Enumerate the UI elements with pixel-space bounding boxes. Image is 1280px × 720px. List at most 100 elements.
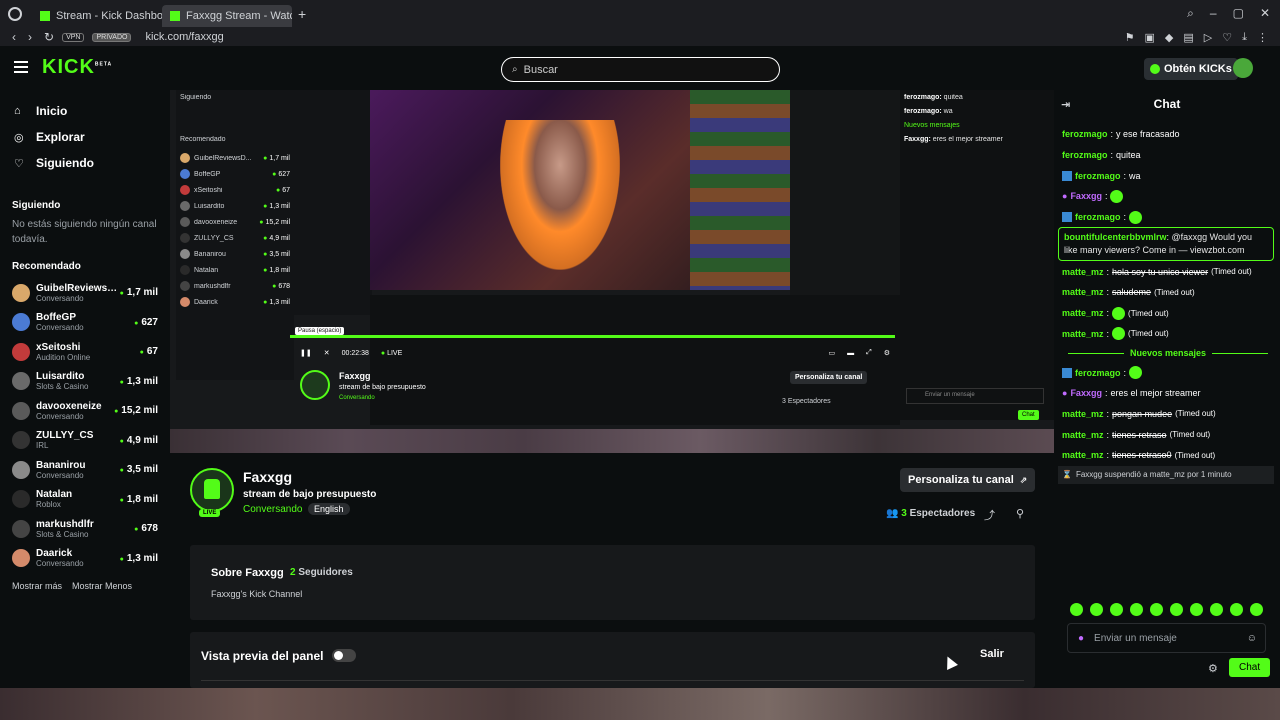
follow-user-icon[interactable]: ⚲ [1016, 507, 1024, 520]
chat-username[interactable]: Faxxgg [1070, 191, 1102, 201]
chat-username[interactable]: ferozmago [1075, 212, 1121, 222]
forward-icon[interactable]: › [28, 30, 32, 44]
screenshot-icon[interactable]: ▣ [1145, 31, 1155, 44]
chat-username[interactable]: Faxxgg [1070, 388, 1102, 398]
download-icon[interactable]: ⤓ [1242, 31, 1247, 44]
video-player[interactable]: Siguiendo Recomendado GuibelReviewsD... 1… [170, 90, 1054, 453]
channel-name[interactable]: Faxxgg [243, 469, 292, 485]
avatar [180, 249, 190, 259]
tab-kick-dashboard[interactable]: Stream - Kick Dashboard [32, 5, 162, 27]
close-icon[interactable]: ✕ [1260, 6, 1270, 21]
emote-icon[interactable] [1130, 603, 1143, 616]
avatar [12, 401, 30, 420]
chat-username[interactable]: matte_mz [1062, 267, 1104, 277]
nav-siguiendo[interactable]: ♡ Siguiendo [0, 150, 170, 176]
chat-username[interactable]: matte_mz [1062, 329, 1104, 339]
reload-icon[interactable]: ↻ [44, 30, 54, 44]
menu-icon[interactable]: ⋮ [1257, 31, 1268, 44]
customize-channel-button[interactable]: Personaliza tu canal ⇗ [900, 468, 1036, 492]
stream-category[interactable]: Conversando [243, 504, 302, 515]
pause-icon[interactable]: ❚❚ [300, 349, 312, 357]
hamburger-menu-icon[interactable] [14, 61, 28, 73]
share-icon[interactable]: ⤴ [984, 507, 995, 523]
mute-icon[interactable]: ✕ [324, 349, 330, 357]
chat-username[interactable]: matte_mz [1062, 430, 1104, 440]
chat-send-button[interactable]: Chat [1229, 658, 1271, 677]
chat-text: tienes retraso0 [1112, 450, 1172, 461]
avatar [180, 217, 190, 227]
panel-preview-toggle[interactable] [332, 649, 356, 662]
new-tab-icon[interactable]: + [298, 6, 306, 22]
chat-username[interactable]: ferozmago [1075, 171, 1121, 181]
sidebar-item-recommended[interactable]: DaarickConversando1,3 mil [0, 544, 170, 574]
chat-username[interactable]: matte_mz [1062, 287, 1104, 297]
emote-icon[interactable] [1090, 603, 1103, 616]
back-icon[interactable]: ‹ [12, 30, 16, 44]
timeout-note: (Timed out) [1175, 409, 1216, 419]
emote-icon[interactable] [1170, 603, 1183, 616]
chat-message: ferozmago: y ese fracasado [1062, 124, 1274, 145]
settings-icon[interactable]: ⚙ [884, 349, 890, 357]
emote-icon[interactable] [1210, 603, 1223, 616]
collapse-chat-icon[interactable]: ⇥ [1061, 98, 1070, 111]
language-tag[interactable]: English [308, 503, 350, 515]
play-icon[interactable]: ▷ [1204, 31, 1212, 44]
sidebar-item-recommended[interactable]: BananirouConversando3,5 mil [0, 455, 170, 485]
video-progress-bar[interactable] [290, 335, 895, 338]
sidebar-item-recommended[interactable]: markushdlfrSlots & Casino678 [0, 514, 170, 544]
nav-inicio[interactable]: ⌂ Inicio [0, 98, 170, 124]
sidebar-item-recommended[interactable]: davooxeneizeConversando15,2 mil [0, 396, 170, 426]
chat-colon: : [1106, 450, 1110, 461]
search-input[interactable]: ⌕ Buscar [501, 57, 780, 82]
shield-icon[interactable]: ◆ [1165, 31, 1173, 44]
sidebar-item-recommended[interactable]: NatalanRoblox1,8 mil [0, 485, 170, 515]
channel-avatar[interactable] [190, 468, 234, 512]
sidebar-item-recommended[interactable]: xSeitoshiAudition Online67 [0, 337, 170, 367]
show-less-button[interactable]: Mostrar Menos [72, 581, 132, 591]
get-kicks-button[interactable]: Obtén KICKs [1144, 58, 1238, 80]
chat-username[interactable]: ferozmago [1062, 150, 1108, 160]
browser-tab-bar: Stream - Kick Dashboard Faxxgg Stream - … [0, 0, 1280, 28]
bookmark-icon[interactable]: ⚑ [1125, 31, 1135, 44]
minimize-icon[interactable]: – [1210, 6, 1217, 21]
kick-logo[interactable]: KICKBETA [42, 56, 112, 79]
avatar [12, 549, 30, 568]
chat-input[interactable]: ● Enviar un mensaje ☺ [1067, 623, 1266, 653]
search-icon[interactable]: ⌕ [1187, 6, 1194, 21]
pip-icon[interactable]: ▭ [828, 349, 835, 357]
chat-username[interactable]: matte_mz [1062, 409, 1104, 419]
heart-icon[interactable]: ♡ [1222, 31, 1232, 44]
emote-icon[interactable] [1150, 603, 1163, 616]
sidebar-item-recommended[interactable]: LuisarditoSlots & Casino1,3 mil [0, 367, 170, 397]
url-field[interactable]: kick.com/faxxgg [145, 31, 223, 43]
chat-username[interactable]: bountifulcenterbbvmlrw [1064, 232, 1167, 242]
viewer-count: 67 [140, 346, 158, 357]
nav-explorar[interactable]: ◎ Explorar [0, 124, 170, 150]
chat-settings-icon[interactable]: ⚙ [1208, 662, 1218, 675]
sidebar-item-recommended[interactable]: ZULLYY_CSIRL4,9 mil [0, 426, 170, 456]
wallet-icon[interactable]: ▤ [1183, 31, 1193, 44]
user-avatar[interactable] [1233, 58, 1253, 78]
emote-icon[interactable] [1250, 603, 1263, 616]
sidebar-item-recommended[interactable]: GuibelReviewsD...Conversando1,7 mil [0, 278, 170, 308]
captured-rec-list: GuibelReviewsD... 1,7 mil BoffeGP 627 xSeito… [180, 150, 290, 310]
fullscreen-icon[interactable]: ⤢ [866, 349, 872, 357]
vpn-badge[interactable]: VPN [62, 32, 85, 42]
show-more-button[interactable]: Mostrar más [12, 581, 62, 591]
system-message: ⌛ Faxxgg suspendió a matte_mz por 1 minut… [1058, 465, 1274, 484]
chat-username[interactable]: ferozmago [1075, 368, 1121, 378]
emote-icon[interactable] [1110, 603, 1123, 616]
emote-icon[interactable] [1230, 603, 1243, 616]
emote-icon[interactable] [1070, 603, 1083, 616]
chat-username[interactable]: matte_mz [1062, 450, 1104, 460]
emote-icon[interactable] [1190, 603, 1203, 616]
chat-username[interactable]: ferozmago [1062, 129, 1108, 139]
sidebar-item-recommended[interactable]: BoffeGPConversando627 [0, 308, 170, 338]
tab-faxxgg-stream[interactable]: Faxxgg Stream - Watch Li [162, 5, 292, 27]
chat-username[interactable]: matte_mz [1062, 308, 1104, 318]
theater-icon[interactable]: ▬ [847, 350, 854, 357]
maximize-icon[interactable]: ▢ [1233, 6, 1244, 21]
exit-button[interactable]: Salir [980, 648, 1004, 660]
chat-panel: ⇥ Chat ferozmago: y ese fracasado ferozmag… [1054, 90, 1280, 688]
emoji-icon[interactable]: ☺ [1247, 633, 1257, 644]
